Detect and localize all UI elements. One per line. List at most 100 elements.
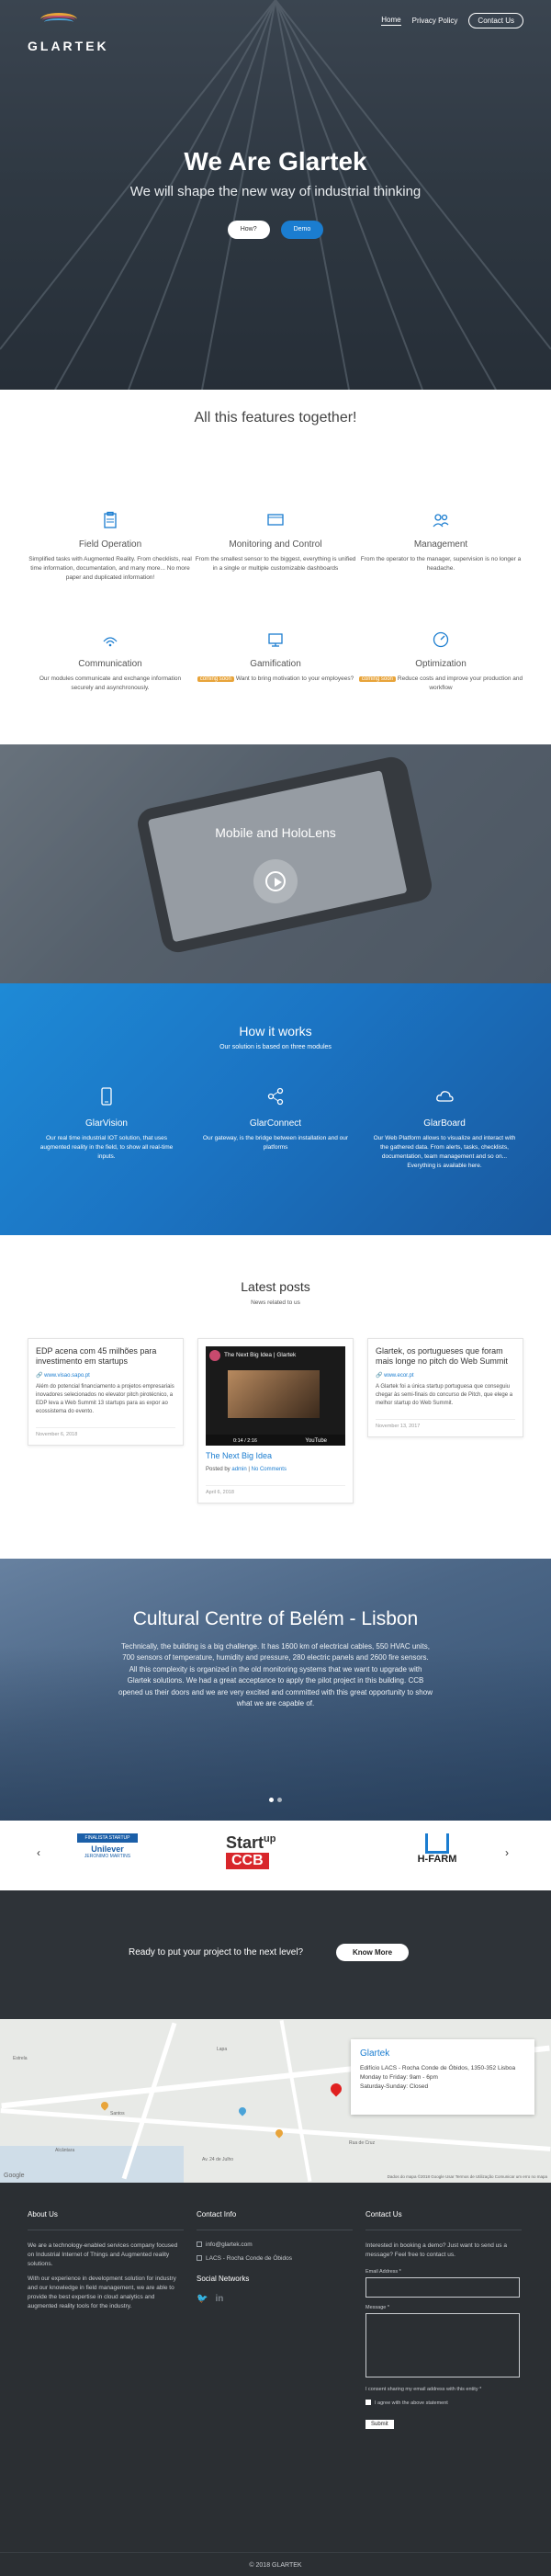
post-date: April 6, 2018 bbox=[206, 1485, 345, 1495]
agree-checkbox-row[interactable]: I agree with the above statement bbox=[365, 2400, 522, 2406]
youtube-video-embed[interactable]: The Next Big Idea | Glartek YouTube 0:14… bbox=[206, 1346, 345, 1446]
gauge-icon bbox=[433, 631, 449, 648]
partner-unilever-logo[interactable]: FINALISTA STARTUP Unilever JERONIMO MART… bbox=[77, 1833, 138, 1876]
slider-dots bbox=[0, 1798, 551, 1802]
logo-text: GLARTEK bbox=[28, 39, 109, 53]
feature-desc: From the operator to the manager, superv… bbox=[360, 556, 522, 573]
post-source-link[interactable]: 🔗 www.ecor.pt bbox=[376, 1372, 515, 1379]
partner-startup-ccb-logo[interactable]: Startup CCB bbox=[226, 1833, 325, 1876]
hero-buttons: How? Demo bbox=[0, 221, 551, 239]
post-source-link[interactable]: 🔗 www.visao.sapo.pt bbox=[36, 1372, 175, 1379]
info-address: Edifício LACS - Rocha Conde de Óbidos, 1… bbox=[360, 2065, 516, 2071]
river-area bbox=[0, 2146, 184, 2183]
map-poi-icon[interactable] bbox=[99, 2100, 110, 2111]
phone-icon bbox=[101, 1087, 112, 1106]
map-poi-icon[interactable] bbox=[237, 2105, 248, 2116]
channel-avatar-icon bbox=[209, 1350, 220, 1361]
nav-home-link[interactable]: Home bbox=[381, 16, 401, 26]
glartek-logo[interactable]: GLARTEK bbox=[28, 13, 107, 53]
startup-up: up bbox=[264, 1833, 276, 1844]
info-title: Glartek bbox=[360, 2048, 390, 2059]
agree-checkbox[interactable] bbox=[365, 2400, 371, 2406]
post-card[interactable]: The Next Big Idea | Glartek YouTube 0:14… bbox=[197, 1338, 354, 1504]
post-card[interactable]: EDP acena com 45 milhões para investimen… bbox=[28, 1338, 184, 1446]
post-title[interactable]: The Next Big Idea bbox=[206, 1451, 345, 1461]
feature-title: Management bbox=[413, 539, 468, 550]
footer: About Us We are a technology-enabled ser… bbox=[0, 2183, 551, 2576]
partner-hfarm-logo[interactable]: H-FARM bbox=[408, 1833, 467, 1876]
map-info-window: Glartek Edifício LACS - Rocha Conde de Ó… bbox=[351, 2039, 534, 2115]
email-field[interactable] bbox=[365, 2277, 520, 2298]
social-links: 🐦 in bbox=[197, 2294, 353, 2304]
cloud-icon bbox=[436, 1091, 454, 1102]
play-button[interactable] bbox=[253, 859, 298, 903]
submit-button[interactable]: Submit bbox=[365, 2420, 394, 2430]
chevron-left-icon[interactable]: ‹ bbox=[37, 1846, 40, 1859]
feature-desc: Simplified tasks with Augmented Reality.… bbox=[28, 556, 192, 582]
feature-communication: Communication Our modules communicate an… bbox=[28, 630, 193, 693]
contact-info-heading: Contact Info bbox=[197, 2210, 237, 2219]
module-glarboard: GlarBoard Our Web Platform allows to vis… bbox=[371, 1086, 518, 1171]
feature-title: Optimization bbox=[415, 659, 467, 669]
address-text: LACS - Rocha Conde de Óbidos bbox=[206, 2255, 292, 2262]
slide-title: Cultural Centre of Belém - Lisbon bbox=[132, 1608, 419, 1629]
map-terms[interactable]: Dados do mapa ©2018 Google Usar Termos d… bbox=[388, 2174, 547, 2179]
play-triangle bbox=[275, 878, 282, 887]
feature-title: Communication bbox=[78, 659, 142, 669]
slider-dot[interactable] bbox=[277, 1798, 282, 1802]
how-it-works-section: How it works Our solution is based on th… bbox=[0, 983, 551, 1235]
demo-button[interactable]: Demo bbox=[280, 221, 324, 239]
info-hours-weekend: Saturday-Sunday: Closed bbox=[360, 2083, 429, 2091]
post-title[interactable]: EDP acena com 45 milhões para investimen… bbox=[36, 1346, 175, 1367]
users-icon bbox=[433, 514, 449, 528]
twitter-icon[interactable]: 🐦 bbox=[197, 2294, 208, 2304]
share-icon bbox=[267, 1087, 284, 1106]
link-icon: 🔗 bbox=[376, 1372, 385, 1379]
location-map[interactable]: Estrela Santos Alcântara Lapa Av. 24 de … bbox=[0, 2019, 551, 2183]
post-excerpt: A Glartek foi a única startup portuguesa… bbox=[376, 1383, 513, 1406]
cta-text: Ready to put your project to the next le… bbox=[129, 1947, 304, 1958]
message-field[interactable] bbox=[365, 2313, 520, 2378]
clipboard-icon bbox=[104, 511, 117, 528]
module-desc: Our gateway, is the bridge between insta… bbox=[202, 1135, 349, 1152]
google-logo[interactable]: Google bbox=[4, 2173, 25, 2179]
feature-desc: coming soon Want to bring motivation to y… bbox=[193, 675, 358, 684]
post-title[interactable]: Glartek, os portugueses que foram mais l… bbox=[376, 1346, 515, 1367]
slider-dot[interactable] bbox=[269, 1798, 274, 1802]
startup-word: Start bbox=[226, 1833, 264, 1852]
partner-name: Unilever bbox=[91, 1844, 124, 1854]
how-button[interactable]: How? bbox=[227, 221, 270, 239]
email-item[interactable]: info@glartek.com bbox=[197, 2241, 353, 2248]
linkedin-icon[interactable]: in bbox=[215, 2294, 223, 2304]
posted-by-label: Posted by bbox=[206, 1467, 231, 1473]
nav-privacy-link[interactable]: Privacy Policy bbox=[412, 17, 458, 25]
hero-title: We Are Glartek bbox=[184, 147, 367, 176]
nav-contact-button[interactable]: Contact Us bbox=[468, 13, 523, 28]
social-heading: Social Networks bbox=[197, 2275, 250, 2283]
cta-section: Ready to put your project to the next le… bbox=[0, 1890, 551, 2019]
map-label: Av. 24 de Julho bbox=[202, 2157, 234, 2162]
map-pin-icon bbox=[197, 2255, 202, 2261]
message-label: Message * bbox=[365, 2305, 389, 2311]
map-road bbox=[279, 2020, 312, 2182]
posts-heading: Latest posts bbox=[241, 1279, 310, 1294]
post-author-link[interactable]: admin bbox=[231, 1467, 246, 1472]
email-label: Email Address * bbox=[365, 2269, 401, 2275]
contact-us-heading: Contact Us bbox=[365, 2210, 402, 2219]
startup-text: Startup bbox=[226, 1833, 325, 1853]
know-more-button[interactable]: Know More bbox=[336, 1944, 410, 1961]
hero-section: GLARTEK Home Privacy Policy Contact Us W… bbox=[0, 0, 551, 390]
copyright: © 2018 GLARTEK bbox=[0, 2552, 551, 2569]
post-comments-link[interactable]: No Comments bbox=[252, 1467, 287, 1472]
location-marker-icon[interactable] bbox=[328, 2081, 344, 2097]
footer-contact-info: Contact Info info@glartek.com LACS - Roc… bbox=[197, 2210, 353, 2304]
module-glarconnect: GlarConnect Our gateway, is the bridge b… bbox=[202, 1086, 349, 1152]
chevron-right-icon[interactable]: › bbox=[505, 1846, 509, 1859]
youtube-logo[interactable]: YouTube bbox=[305, 1438, 327, 1444]
info-hours-weekday: Monday to Friday: 9am - 6pm bbox=[360, 2074, 438, 2082]
feature-title: Gamification bbox=[250, 659, 301, 669]
map-label: Rua de Cruz bbox=[349, 2140, 376, 2146]
feature-field-operation: Field Operation Simplified tasks with Au… bbox=[28, 511, 193, 583]
posts-subtitle: News related to us bbox=[251, 1299, 300, 1306]
post-card[interactable]: Glartek, os portugueses que foram mais l… bbox=[367, 1338, 523, 1437]
